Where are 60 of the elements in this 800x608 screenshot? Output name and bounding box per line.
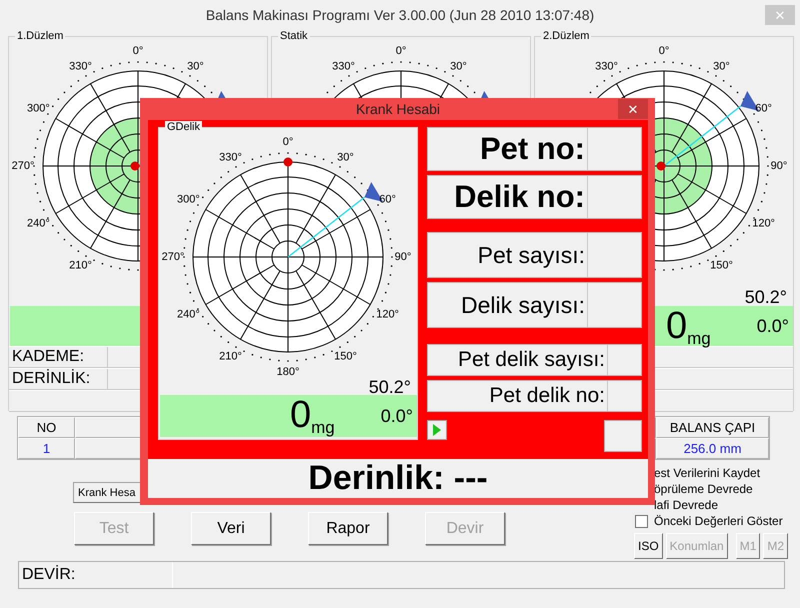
angle-label: 330° [332, 60, 355, 72]
angle-label: 0° [282, 136, 294, 148]
angle-label: 300° [177, 193, 200, 206]
angle-label: 240° [177, 308, 200, 320]
angle-label: 60° [379, 193, 396, 206]
phase-reading: 0.0° [756, 316, 789, 336]
column-header: NO [18, 417, 75, 438]
depth-reading: Derinlik: --- [148, 459, 648, 498]
field-label: Pet delik no: [488, 383, 606, 409]
panel-title: GDelik [165, 121, 202, 133]
angle-label: 330° [69, 60, 92, 72]
angle-label: 150° [334, 350, 357, 362]
status-label: DEVİR: [19, 562, 173, 588]
angle-label: 180° [276, 366, 300, 378]
angle-label: 0° [396, 44, 406, 57]
option-label: lafi Devrede [654, 498, 718, 512]
angle-label: 0° [658, 44, 670, 57]
angle-label: 210° [69, 260, 92, 272]
table-cell: 256.0 mm [656, 438, 769, 459]
angle-label: 270° [162, 250, 184, 263]
phase-reading: 0.0° [380, 406, 413, 426]
amount-reading: 0 [290, 395, 312, 435]
column-header: BALANS ÇAPI [656, 417, 769, 438]
field-label: Pet sayısı: [476, 241, 586, 270]
option-label: Önceki Değerleri Göster [654, 514, 783, 528]
field-label: Delik no: [453, 178, 586, 216]
angle-reading: 50.2° [368, 377, 411, 397]
table-cell: 1 [18, 438, 75, 459]
angle-reading: 50.2° [744, 287, 787, 307]
angle-label: 30° [187, 60, 204, 72]
angle-label: 30° [713, 60, 730, 72]
field-label: Pet delik sayısı: [456, 347, 606, 373]
option-label: öprüleme Devrede [654, 482, 753, 496]
angle-label: 330° [595, 60, 618, 72]
angle-label: 330° [219, 151, 242, 164]
window-title: Balans Makinası Programı Ver 3.00.00 (Jun 28 2010 13:07:48) [204, 7, 596, 23]
panel-title: 2.Düzlem [541, 30, 592, 42]
panel-title: 1.Düzlem [15, 30, 66, 42]
field-label: Delik sayısı: [460, 291, 586, 320]
angle-label: 120° [376, 308, 399, 320]
angle-label: 90° [770, 160, 788, 172]
angle-label: 120° [752, 217, 775, 230]
unit-label: mg [687, 329, 711, 349]
angle-label: 210° [219, 350, 242, 362]
panel-title: Statik [278, 30, 310, 42]
angle-label: 270° [12, 160, 34, 172]
dialog-title: Krank Hesabi [354, 101, 442, 117]
row-label: DERİNLİK: [11, 369, 92, 389]
angle-label: 90° [394, 250, 412, 263]
row-label: KADEME: [11, 347, 86, 367]
angle-label: 30° [337, 151, 354, 164]
angle-label: 0° [132, 44, 144, 57]
option-label: est Verilerini Kaydet [654, 466, 760, 480]
field-label: Pet no: [478, 130, 586, 168]
angle-label: 240° [27, 217, 50, 230]
unit-label: mg [311, 418, 335, 438]
angle-label: 30° [450, 60, 467, 72]
amount-reading: 0 [666, 306, 688, 346]
angle-label: 150° [710, 260, 733, 272]
angle-label: 300° [27, 102, 50, 114]
